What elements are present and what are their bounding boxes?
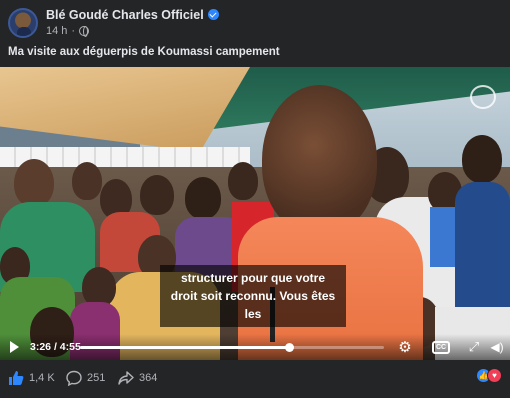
share-button[interactable]: 364 xyxy=(118,370,157,386)
volume-icon[interactable]: ◀) xyxy=(490,339,504,355)
fullscreen-icon[interactable]: ⤢ xyxy=(467,339,481,355)
gear-icon[interactable]: ⚙ xyxy=(397,339,413,356)
share-icon xyxy=(118,370,134,386)
like-count: 1,4 K xyxy=(29,372,55,384)
progress-knob[interactable] xyxy=(285,343,295,352)
globe-icon[interactable] xyxy=(79,26,90,37)
video-player[interactable]: structurer pour que votre droit soit rec… xyxy=(0,67,510,360)
page-name-link[interactable]: Blé Goudé Charles Officiel xyxy=(46,8,219,22)
duration: 4:55 xyxy=(59,341,81,353)
cc-icon[interactable]: CC xyxy=(431,339,451,355)
thumbs-up-icon xyxy=(8,370,24,386)
post-time[interactable]: 14 h xyxy=(46,25,67,37)
video-subtitle: structurer pour que votre droit soit rec… xyxy=(160,265,346,327)
post-meta: 14 h · xyxy=(46,25,90,37)
meta-separator: · xyxy=(71,25,76,37)
progress-fill xyxy=(80,346,290,349)
video-controls: 3:26 / 4:55 ⚙ CC ⤢ ◀) xyxy=(0,334,510,360)
speaker xyxy=(262,85,377,235)
love-reaction-icon: ♥ xyxy=(487,368,502,383)
comment-icon xyxy=(66,370,82,386)
reactions-summary[interactable]: 👍 ♥ xyxy=(476,368,502,383)
comment-count: 251 xyxy=(87,372,106,384)
video-time: 3:26 / 4:55 xyxy=(30,341,81,353)
post-actions: 1,4 K 251 364 👍 ♥ xyxy=(0,360,510,398)
page-name[interactable]: Blé Goudé Charles Officiel xyxy=(46,8,204,22)
post-caption: Ma visite aux déguerpis de Koumassi camp… xyxy=(8,46,280,58)
progress-bar[interactable] xyxy=(80,343,384,352)
play-icon[interactable] xyxy=(10,341,19,353)
page-avatar[interactable] xyxy=(8,8,38,38)
like-button[interactable]: 1,4 K xyxy=(8,370,55,386)
current-time: 3:26 xyxy=(30,341,52,353)
post-header: Blé Goudé Charles Officiel 14 h · xyxy=(0,0,510,44)
verified-badge-icon xyxy=(207,9,219,20)
share-count: 364 xyxy=(139,372,158,384)
channel-watermark-icon xyxy=(470,85,496,109)
comment-button[interactable]: 251 xyxy=(66,370,105,386)
